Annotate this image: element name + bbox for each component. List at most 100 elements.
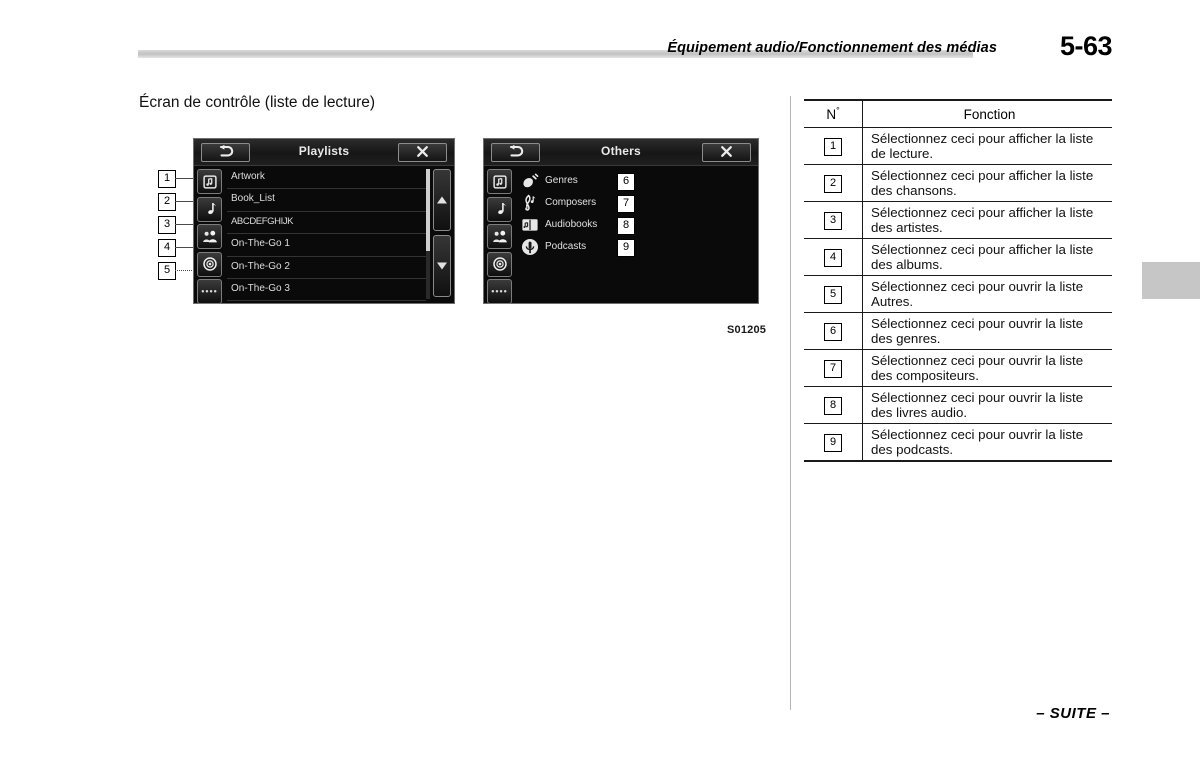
row-badge-3: 3: [824, 212, 842, 230]
section-heading: Écran de contrôle (liste de lecture): [139, 94, 376, 111]
row-badge-6: 6: [824, 323, 842, 341]
table-cell-fonction: Sélectionnez ceci pour ouvrir la liste d…: [862, 423, 1112, 462]
others-icon-rail: ••••: [487, 169, 514, 307]
table-row: 8 Sélectionnez ceci pour ouvrir la liste…: [804, 386, 1112, 424]
screen-others: Others •••• Genres 6 Composers 7 Audiobo…: [483, 138, 759, 304]
callout-8: 8: [617, 217, 635, 235]
table-row: 2 Sélectionnez ceci pour afficher la lis…: [804, 164, 1112, 202]
playlists-title-bar: Playlists: [194, 139, 454, 166]
others-item-composers[interactable]: Composers 7: [520, 193, 720, 215]
close-button-others[interactable]: [702, 143, 751, 162]
rail-item-others[interactable]: ••••: [487, 279, 512, 304]
callout-6: 6: [617, 173, 635, 191]
scroll-up-arrow-icon: [437, 196, 447, 204]
row-text-6: Sélectionnez ceci pour ouvrir la liste d…: [871, 315, 1084, 347]
screen-playlists: Playlists •••• Artwork Book_List ABCDEFG…: [193, 138, 455, 304]
playlists-list[interactable]: Artwork Book_List ABCDEFGHIJK On-The-Go …: [227, 167, 426, 302]
others-item-podcasts[interactable]: Podcasts 9: [520, 237, 720, 259]
playlists-icon-rail: ••••: [197, 169, 224, 307]
callout-7: 7: [617, 195, 635, 213]
list-item-label: On-The-Go 3: [231, 282, 290, 294]
table-row: 1 Sélectionnez ceci pour afficher la lis…: [804, 127, 1112, 165]
continued-marker: – SUITE –: [1036, 705, 1110, 722]
list-item-label: Artwork: [231, 171, 265, 182]
list-item[interactable]: On-The-Go 3: [227, 279, 426, 302]
table-cell-fonction: Sélectionnez ceci pour afficher la liste…: [862, 127, 1112, 165]
rail-item-songs[interactable]: [197, 196, 222, 222]
row-text-7: Sélectionnez ceci pour ouvrir la liste d…: [871, 352, 1084, 384]
table-row: 9 Sélectionnez ceci pour ouvrir la liste…: [804, 423, 1112, 462]
table-row: 3 Sélectionnez ceci pour afficher la lis…: [804, 201, 1112, 239]
row-text-4: Sélectionnez ceci pour afficher la liste…: [871, 241, 1094, 273]
table-header-n-label: N: [826, 107, 837, 123]
figure-area: 1 2 3 4 5 Playlists •••• Artwork Book_Li…: [139, 136, 779, 356]
rail-item-playlist[interactable]: [487, 169, 512, 194]
table-row: 6 Sélectionnez ceci pour ouvrir la liste…: [804, 312, 1112, 350]
callout-1: 1: [158, 170, 176, 188]
others-dots-icon: ••••: [201, 286, 218, 296]
rail-item-albums[interactable]: [197, 251, 222, 277]
list-item[interactable]: Artwork: [227, 167, 426, 190]
callout-4: 4: [158, 239, 176, 257]
rail-item-artists[interactable]: [487, 224, 512, 249]
callout-5: 5: [158, 262, 176, 280]
row-badge-1: 1: [824, 138, 842, 156]
table-cell-fonction: Sélectionnez ceci pour ouvrir la liste A…: [862, 275, 1112, 313]
rail-item-artists[interactable]: [197, 224, 222, 249]
callout-2: 2: [158, 193, 176, 211]
page-title: Équipement audio/Fonctionnement des médi…: [667, 40, 997, 56]
podcast-icon: [520, 237, 540, 257]
rail-item-albums[interactable]: [487, 251, 512, 277]
rail-item-songs[interactable]: [487, 196, 512, 222]
table-cell-fonction: Sélectionnez ceci pour afficher la liste…: [862, 238, 1112, 276]
table-cell-n: 9: [804, 423, 863, 462]
table-cell-fonction: Sélectionnez ceci pour ouvrir la liste d…: [862, 386, 1112, 424]
row-badge-4: 4: [824, 249, 842, 267]
others-item-label: Genres: [545, 175, 578, 186]
list-item-label: Book_List: [231, 193, 275, 205]
others-title-bar: Others: [484, 139, 758, 166]
table-cell-fonction: Sélectionnez ceci pour afficher la liste…: [862, 201, 1112, 239]
others-item-label: Podcasts: [545, 241, 587, 252]
degree-symbol: °: [836, 105, 840, 116]
row-badge-5: 5: [824, 286, 842, 304]
table-cell-fonction: Sélectionnez ceci pour ouvrir la liste d…: [862, 349, 1112, 387]
table-cell-fonction: Sélectionnez ceci pour afficher la liste…: [862, 164, 1112, 202]
others-item-audiobooks[interactable]: Audiobooks 8: [520, 215, 720, 237]
table-cell-fonction: Sélectionnez ceci pour ouvrir la liste d…: [862, 312, 1112, 350]
close-x-icon: [399, 144, 446, 159]
table-row: 5 Sélectionnez ceci pour ouvrir la liste…: [804, 275, 1112, 313]
list-item[interactable]: On-The-Go 1: [227, 234, 426, 257]
row-text-1: Sélectionnez ceci pour afficher la liste…: [871, 130, 1094, 162]
row-badge-8: 8: [824, 397, 842, 415]
scroll-down-button[interactable]: [433, 235, 451, 297]
table-header-n: N°: [804, 99, 863, 128]
row-text-5: Sélectionnez ceci pour ouvrir la liste A…: [871, 278, 1084, 310]
table-cell-n: 8: [804, 386, 863, 424]
close-x-icon: [703, 144, 750, 159]
row-text-2: Sélectionnez ceci pour afficher la liste…: [871, 167, 1094, 199]
others-item-label: Composers: [545, 197, 597, 208]
row-badge-9: 9: [824, 434, 842, 452]
callout-9: 9: [617, 239, 635, 257]
chapter-edge-tab: [1142, 262, 1200, 299]
table-cell-n: 2: [804, 164, 863, 202]
callout-3: 3: [158, 216, 176, 234]
close-button-playlists[interactable]: [398, 143, 447, 162]
scroll-down-arrow-icon: [437, 262, 447, 270]
list-item-label: On-The-Go 2: [231, 260, 290, 272]
scrollbar-thumb[interactable]: [426, 169, 430, 251]
row-text-8: Sélectionnez ceci pour ouvrir la liste d…: [871, 389, 1084, 421]
row-text-9: Sélectionnez ceci pour ouvrir la liste d…: [871, 426, 1084, 458]
rail-item-playlist[interactable]: [197, 169, 222, 194]
scroll-up-button[interactable]: [433, 169, 451, 231]
table-cell-n: 1: [804, 127, 863, 165]
others-item-genres[interactable]: Genres 6: [520, 171, 720, 193]
rail-item-others[interactable]: ••••: [197, 279, 222, 304]
scrollbar-track[interactable]: [426, 169, 430, 299]
page-header: Équipement audio/Fonctionnement des médi…: [138, 31, 1113, 70]
list-item[interactable]: Book_List: [227, 189, 426, 212]
table-cell-n: 4: [804, 238, 863, 276]
list-item[interactable]: On-The-Go 2: [227, 257, 426, 279]
list-item[interactable]: ABCDEFGHIJK: [227, 212, 426, 235]
